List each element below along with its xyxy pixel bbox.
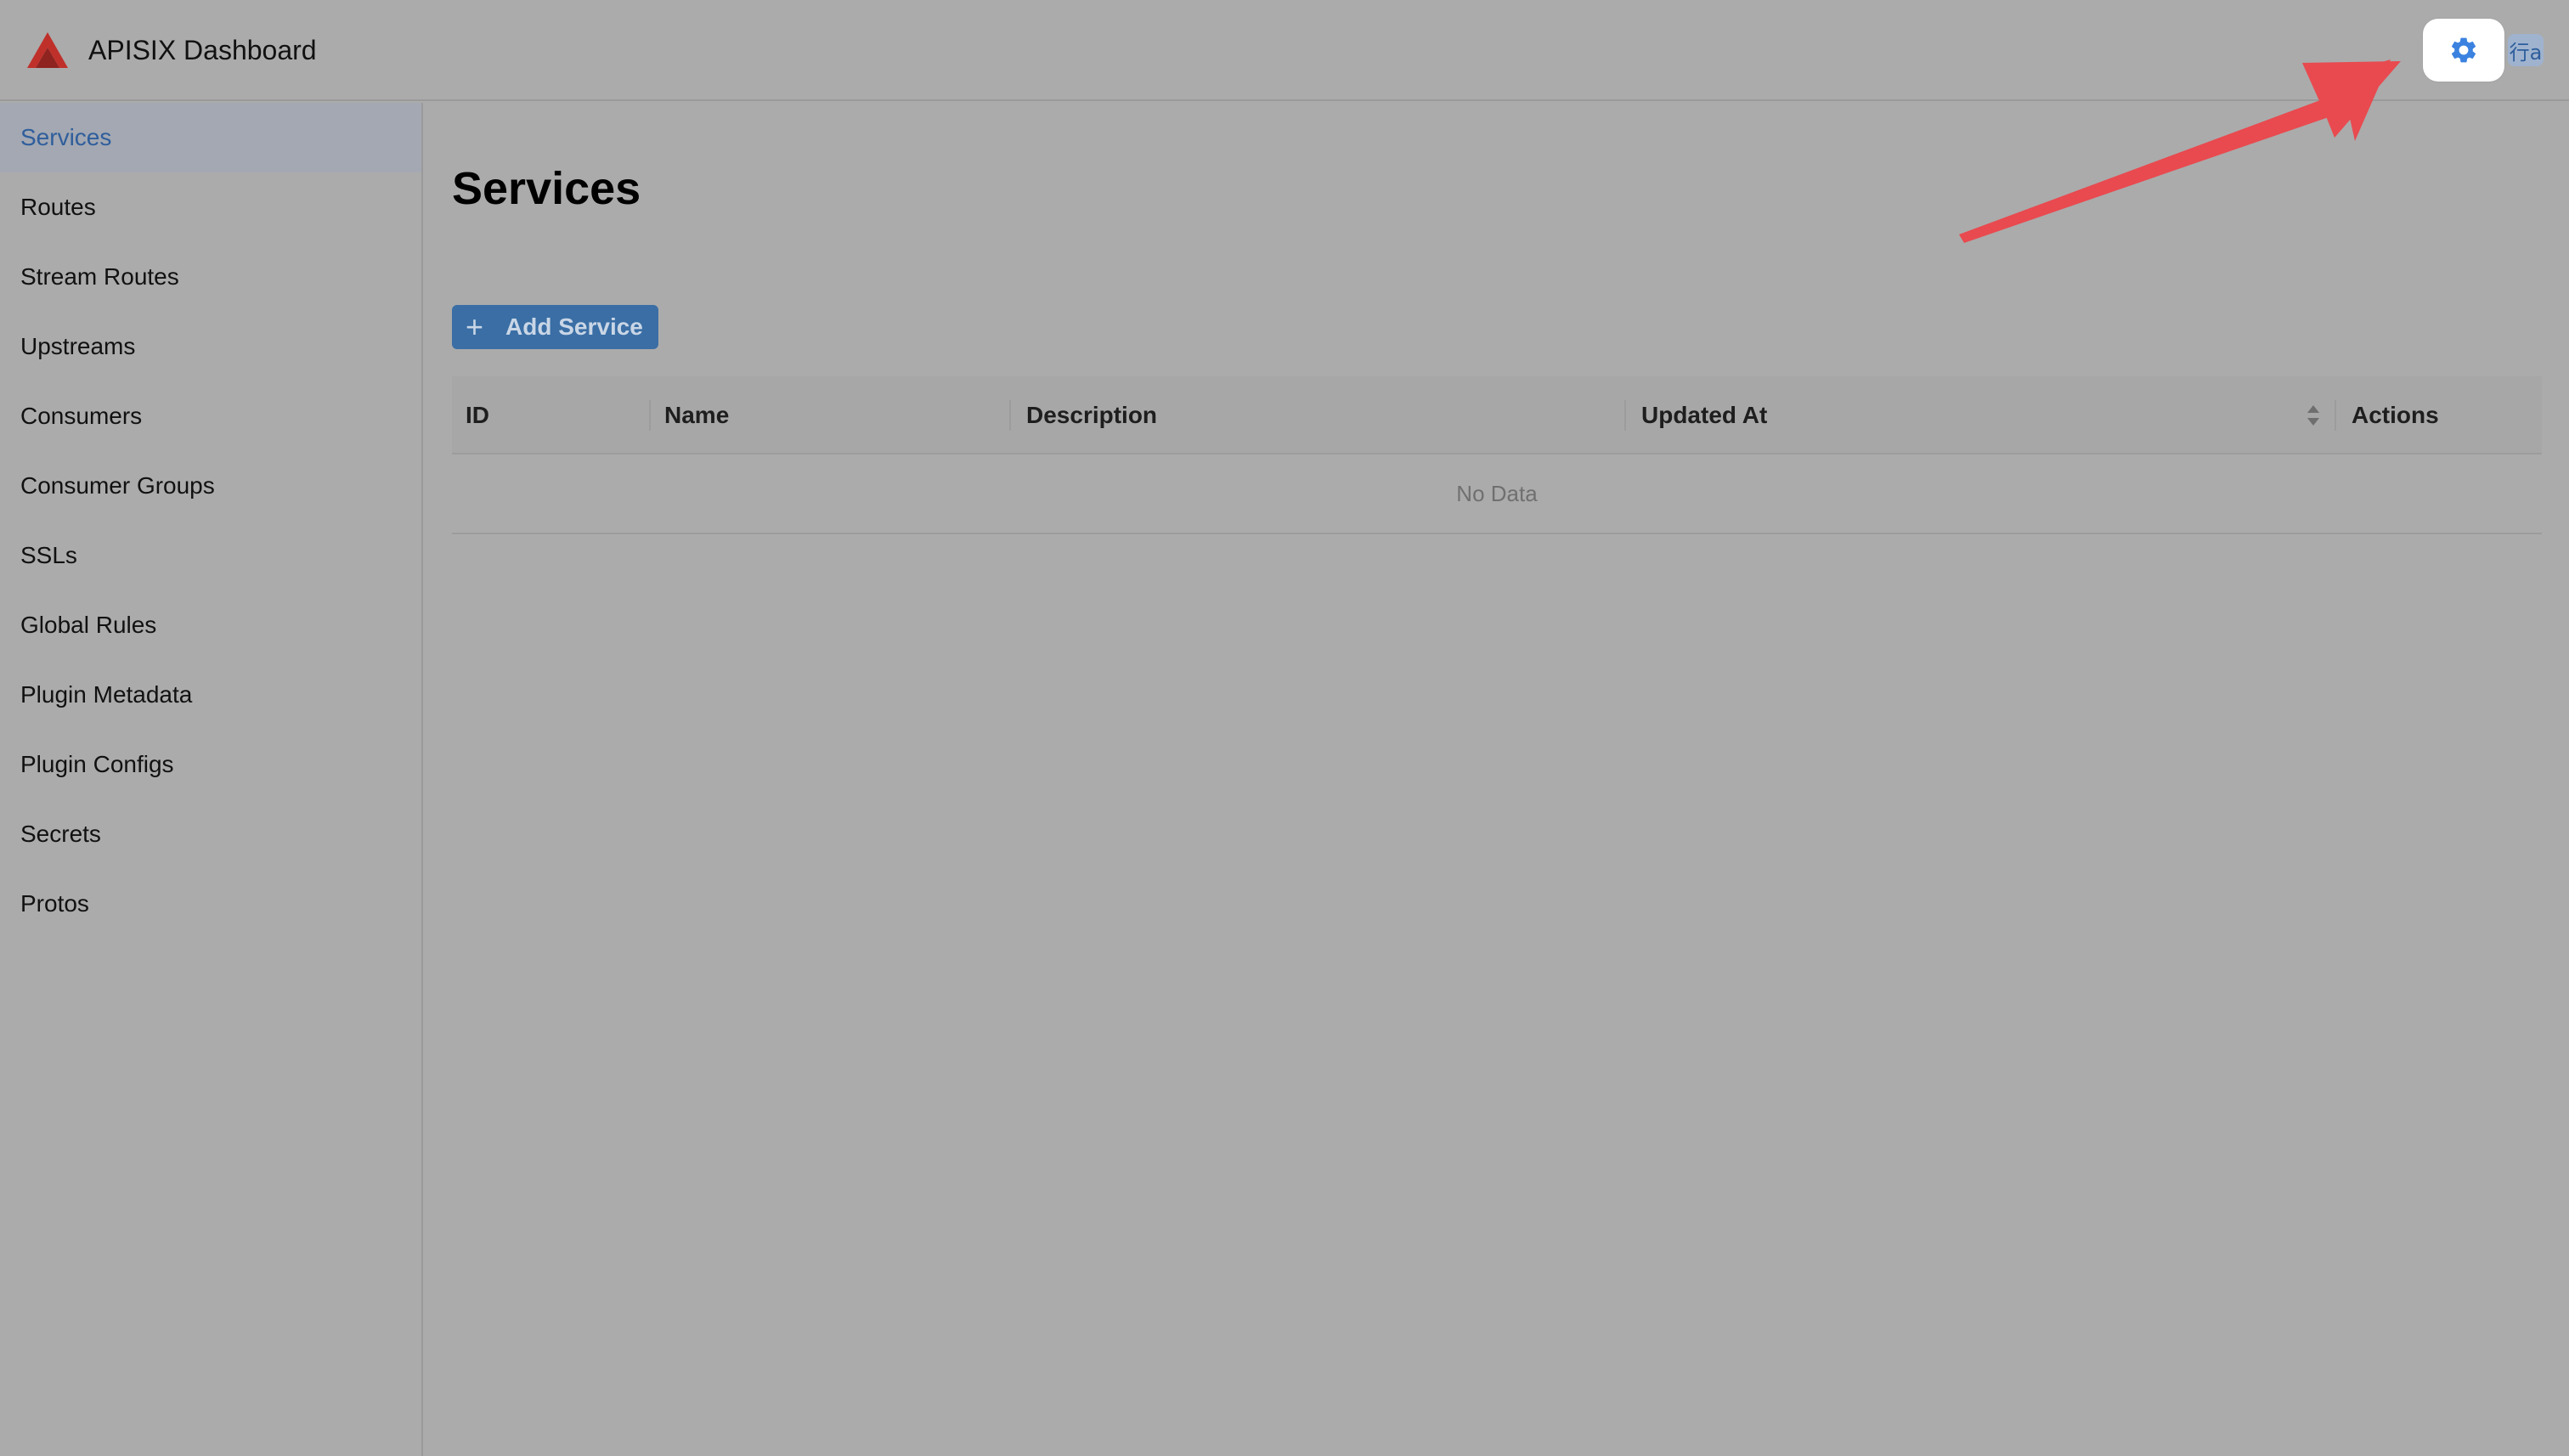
column-divider	[1009, 400, 1011, 431]
column-divider	[649, 400, 651, 431]
gear-icon	[2451, 37, 2476, 63]
sidebar-item-plugin-metadata[interactable]: Plugin Metadata	[0, 660, 421, 730]
column-header-description: Description	[1026, 402, 1158, 428]
sort-icon[interactable]	[2306, 402, 2321, 429]
app-window: APISIX Dashboard 行a Services Routes Stre…	[0, 0, 2569, 1456]
sidebar-item-plugin-configs[interactable]: Plugin Configs	[0, 730, 421, 799]
add-service-label: Add Service	[505, 313, 643, 340]
language-switch-button[interactable]: 行a	[2508, 34, 2544, 66]
sidebar-item-secrets[interactable]: Secrets	[0, 799, 421, 869]
sidebar-item-global-rules[interactable]: Global Rules	[0, 590, 421, 660]
sidebar-item-protos[interactable]: Protos	[0, 869, 421, 939]
annotation-arrow-icon	[1959, 59, 2401, 243]
page-title: Services	[452, 163, 641, 214]
column-divider	[1624, 400, 1626, 431]
sidebar-item-consumer-groups[interactable]: Consumer Groups	[0, 451, 421, 521]
sidebar-item-stream-routes[interactable]: Stream Routes	[0, 242, 421, 312]
plus-icon: +	[466, 309, 484, 344]
apisix-logo-icon[interactable]	[25, 31, 70, 70]
sidebar-item-services[interactable]: Services	[0, 103, 421, 172]
add-service-button[interactable]: + Add Service	[452, 305, 658, 349]
settings-button[interactable]	[2423, 19, 2504, 82]
column-header-id: ID	[466, 402, 489, 428]
empty-text: No Data	[1456, 480, 1538, 506]
column-divider	[2335, 400, 2336, 431]
column-header-actions: Actions	[2352, 402, 2439, 428]
column-header-updated-at[interactable]: Updated At	[1641, 376, 1767, 454]
table-header: ID Name Description Updated At Actions	[452, 376, 2542, 454]
table-empty-row: No Data	[452, 454, 2542, 534]
sidebar-nav: Services Routes Stream Routes Upstreams …	[0, 103, 423, 1456]
sidebar-item-routes[interactable]: Routes	[0, 172, 421, 242]
app-title: APISIX Dashboard	[88, 35, 317, 65]
column-header-name: Name	[664, 402, 730, 428]
main-content: Services + Add Service ID Name Descripti…	[452, 103, 2542, 1456]
sidebar-item-consumers[interactable]: Consumers	[0, 381, 421, 451]
sidebar-item-ssls[interactable]: SSLs	[0, 521, 421, 590]
services-table: ID Name Description Updated At Actions N…	[452, 376, 2542, 534]
sidebar-item-upstreams[interactable]: Upstreams	[0, 312, 421, 381]
